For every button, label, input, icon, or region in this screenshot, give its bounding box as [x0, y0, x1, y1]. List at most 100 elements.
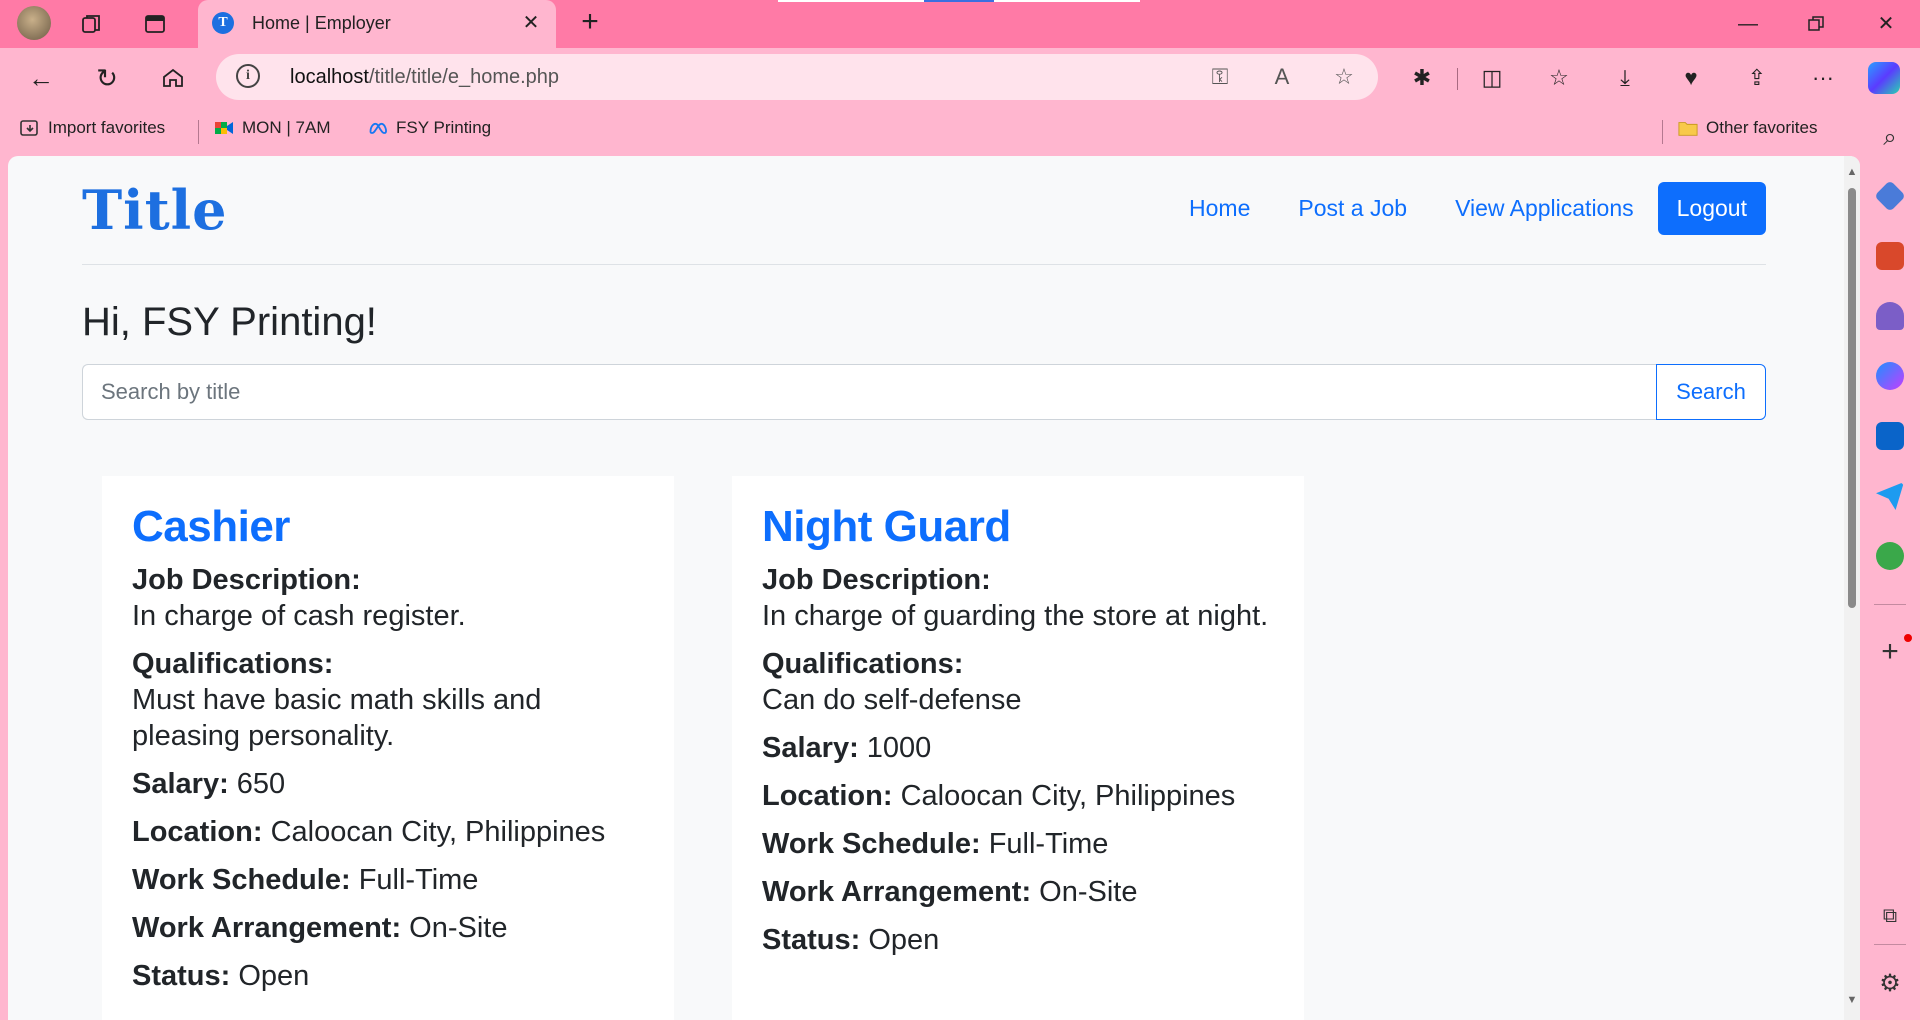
nav-post-job-link[interactable]: Post a Job — [1298, 195, 1407, 222]
work-arrangement-label: Work Arrangement: — [132, 912, 402, 944]
job-description-label: Job Description: — [762, 564, 991, 596]
favorites-icon[interactable]: ☆ — [1540, 59, 1578, 97]
salary-value: 650 — [236, 768, 286, 800]
bookmark-fsy-printing-label: FSY Printing — [396, 118, 492, 137]
share-icon[interactable]: ⇪ — [1738, 59, 1776, 97]
location-value: Caloocan City, Philippines — [270, 816, 606, 848]
site-navbar: Title Home Post a Job View Applications … — [82, 156, 1766, 265]
split-screen-icon[interactable]: ◫ — [1473, 59, 1511, 97]
job-status: Status: Open — [132, 958, 644, 994]
status-value: Open — [238, 960, 310, 992]
import-icon — [20, 120, 38, 136]
m365-icon[interactable] — [1876, 362, 1904, 390]
url-host: localhost — [290, 66, 369, 88]
edge-sidebar: ⌕ + ⧉ ⚙ — [1860, 106, 1920, 1020]
settings-gear-icon[interactable]: ⚙ — [1874, 968, 1906, 1000]
job-location: Location: Caloocan City, Philippines — [762, 778, 1274, 814]
job-description-value: In charge of cash register. — [132, 600, 466, 632]
tools-icon[interactable] — [1876, 242, 1904, 270]
vertical-tabs-icon[interactable] — [139, 8, 171, 40]
logout-button[interactable]: Logout — [1657, 182, 1766, 235]
job-title-link[interactable]: Cashier — [132, 502, 644, 552]
url-text[interactable]: localhost/title/title/e_home.php — [290, 66, 559, 89]
send-icon[interactable] — [1876, 482, 1904, 510]
notification-dot — [1904, 634, 1912, 642]
more-options-icon[interactable]: ··· — [1804, 59, 1842, 97]
job-salary: Salary: 650 — [132, 766, 644, 802]
downloads-icon[interactable]: ⤓ — [1606, 59, 1644, 97]
search-icon[interactable]: ⌕ — [1874, 122, 1906, 154]
folder-icon — [1678, 122, 1698, 136]
back-icon[interactable]: ← — [22, 59, 60, 97]
job-status: Status: Open — [762, 922, 1274, 958]
active-tab[interactable]: T Home | Employer ✕ — [198, 0, 556, 48]
job-description: Job Description: In charge of guarding t… — [762, 562, 1274, 634]
scroll-down-icon[interactable]: ▼ — [1845, 994, 1859, 1008]
close-window-icon[interactable]: ✕ — [1866, 8, 1906, 40]
restore-icon[interactable] — [1796, 8, 1836, 40]
minimize-icon[interactable]: — — [1728, 8, 1768, 40]
page-scrollbar[interactable]: ▲ ▼ — [1844, 156, 1860, 1020]
extensions-icon[interactable]: ✱ — [1403, 59, 1441, 97]
address-bar[interactable]: i localhost/title/title/e_home.php ⚿ A ☆ — [216, 54, 1378, 100]
read-aloud-icon[interactable]: A — [1268, 63, 1296, 91]
salary-label: Salary: — [132, 768, 229, 800]
work-arrangement-value: On-Site — [409, 912, 508, 944]
import-favorites-link[interactable]: Import favorites — [20, 118, 165, 138]
qualifications-label: Qualifications: — [762, 648, 964, 680]
outlook-icon[interactable] — [1876, 422, 1904, 450]
refresh-icon[interactable]: ↻ — [88, 59, 126, 97]
status-value: Open — [868, 924, 940, 956]
scroll-thumb[interactable] — [1848, 188, 1856, 608]
import-favorites-label: Import favorites — [48, 118, 166, 137]
job-qualifications: Qualifications: Must have basic math ski… — [132, 646, 644, 754]
site-info-icon[interactable]: i — [236, 64, 260, 88]
nav-home-link[interactable]: Home — [1189, 195, 1250, 222]
job-salary: Salary: 1000 — [762, 730, 1274, 766]
browser-toolbar: ← ↻ i localhost/title/title/e_home.php ⚿… — [0, 48, 1920, 106]
close-tab-icon[interactable]: ✕ — [516, 8, 546, 38]
meta-icon — [369, 122, 387, 134]
screenshot-icon[interactable]: ⧉ — [1874, 900, 1906, 932]
copilot-icon[interactable] — [1868, 62, 1900, 94]
scroll-up-icon[interactable]: ▲ — [1845, 166, 1859, 180]
work-schedule-value: Full-Time — [988, 828, 1109, 860]
new-tab-icon[interactable]: + — [574, 7, 606, 39]
other-favorites-label: Other favorites — [1706, 118, 1818, 137]
home-icon[interactable] — [154, 59, 192, 97]
search-group: Search — [82, 364, 1766, 420]
site-brand-logo[interactable]: Title — [82, 178, 228, 242]
sidebar-divider-2 — [1874, 944, 1906, 945]
tab-title: Home | Employer — [252, 13, 391, 33]
shopping-tag-icon[interactable] — [1874, 180, 1906, 212]
nav-links: Home Post a Job View Applications Logout — [1141, 182, 1766, 235]
salary-label: Salary: — [762, 732, 859, 764]
search-button[interactable]: Search — [1656, 364, 1766, 420]
location-label: Location: — [762, 780, 893, 812]
job-work-schedule: Work Schedule: Full-Time — [132, 862, 644, 898]
salary-value: 1000 — [866, 732, 932, 764]
bookmark-mon-7am[interactable]: MON | 7AM — [214, 118, 330, 138]
password-key-icon[interactable]: ⚿ — [1206, 63, 1234, 91]
profile-avatar[interactable] — [17, 6, 51, 40]
work-schedule-label: Work Schedule: — [762, 828, 981, 860]
games-icon[interactable] — [1876, 302, 1904, 330]
job-work-arrangement: Work Arrangement: On-Site — [132, 910, 644, 946]
location-label: Location: — [132, 816, 263, 848]
job-title-link[interactable]: Night Guard — [762, 502, 1274, 552]
favorite-star-icon[interactable]: ☆ — [1330, 63, 1358, 91]
browser-essentials-icon[interactable]: ♥ — [1672, 59, 1710, 97]
favorites-bar: Import favorites MON | 7AM FSY Printing … — [0, 106, 1860, 156]
job-description: Job Description: In charge of cash regis… — [132, 562, 644, 634]
job-qualifications: Qualifications: Can do self-defense — [762, 646, 1274, 718]
work-schedule-label: Work Schedule: — [132, 864, 351, 896]
add-sidebar-app-icon[interactable]: + — [1874, 636, 1906, 668]
search-input[interactable] — [82, 364, 1656, 420]
workspaces-icon[interactable] — [76, 8, 108, 40]
qualifications-label: Qualifications: — [132, 648, 334, 680]
other-favorites-folder[interactable]: Other favorites — [1678, 118, 1818, 138]
greeting-heading: Hi, FSY Printing! — [82, 300, 377, 344]
tree-icon[interactable] — [1876, 542, 1904, 570]
nav-view-applications-link[interactable]: View Applications — [1455, 195, 1634, 222]
bookmark-fsy-printing[interactable]: FSY Printing — [368, 118, 491, 138]
